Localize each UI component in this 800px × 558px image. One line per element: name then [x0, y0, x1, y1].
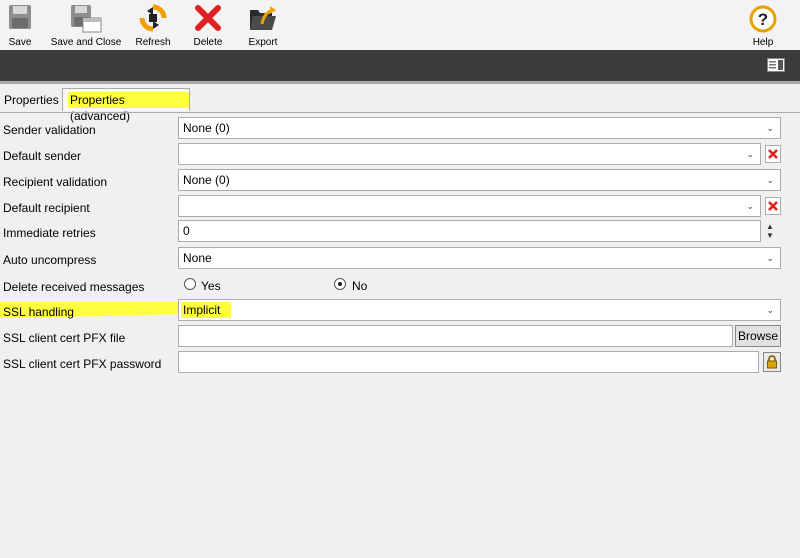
sender-validation-value: None (0): [183, 121, 230, 135]
ssl-cert-file-input[interactable]: [178, 325, 733, 347]
header-divider: [0, 81, 800, 84]
tab-properties-label: Properties: [4, 93, 59, 107]
delete-no-label: No: [352, 279, 368, 293]
tab-divider: [0, 112, 800, 113]
chevron-down-icon: ⌄: [746, 201, 754, 211]
auto-uncompress-label: Auto uncompress: [3, 253, 97, 267]
delete-icon: [195, 5, 221, 31]
ssl-handling-value: Implicit: [183, 303, 221, 317]
chevron-down-icon: ⌄: [746, 149, 754, 159]
panel-toggle-icon[interactable]: [767, 58, 785, 72]
retries-stepper[interactable]: ▲ ▼: [766, 222, 774, 240]
sender-validation-select[interactable]: None (0) ⌄: [178, 117, 781, 139]
save-close-icon: [71, 5, 102, 33]
ssl-handling-label: SSL handling: [3, 305, 74, 319]
chevron-down-icon: ⌄: [766, 305, 774, 315]
auto-uncompress-select[interactable]: None ⌄: [178, 247, 781, 269]
recipient-validation-label: Recipient validation: [3, 175, 108, 189]
delete-received-label: Delete received messages: [3, 280, 145, 294]
help-button[interactable]: ? Help: [748, 0, 778, 50]
lock-icon: [767, 355, 777, 369]
clear-default-recipient-button[interactable]: [765, 197, 781, 215]
row-recipient-validation: Recipient validation None (0) ⌄: [0, 169, 800, 193]
recipient-validation-select[interactable]: None (0) ⌄: [178, 169, 781, 191]
delete-button[interactable]: Delete: [193, 0, 223, 50]
delete-no-radio[interactable]: [334, 278, 346, 290]
default-sender-select[interactable]: ⌄: [178, 143, 761, 165]
row-immediate-retries: Immediate retries 0 ▲ ▼: [0, 220, 800, 244]
tab-strip: Properties Properties (advanced): [0, 88, 800, 123]
browse-button[interactable]: Browse: [735, 325, 781, 347]
auto-uncompress-value: None: [183, 251, 212, 265]
recipient-validation-value: None (0): [183, 173, 230, 187]
row-ssl-handling: SSL handling Implicit ⌄: [0, 299, 800, 323]
default-sender-label: Default sender: [3, 149, 82, 163]
tab-properties-advanced-label: Properties (advanced): [68, 92, 189, 123]
ssl-cert-password-label: SSL client cert PFX password: [3, 357, 162, 371]
export-icon: [250, 6, 276, 30]
tab-properties[interactable]: Properties: [0, 90, 63, 110]
ssl-cert-password-input[interactable]: [178, 351, 759, 373]
row-sender-validation: Sender validation None (0) ⌄: [0, 117, 800, 141]
row-auto-uncompress: Auto uncompress None ⌄: [0, 247, 800, 271]
row-ssl-cert-file: SSL client cert PFX file Browse: [0, 325, 800, 349]
row-default-recipient: Default recipient ⌄: [0, 195, 800, 219]
immediate-retries-label: Immediate retries: [3, 226, 96, 240]
export-button[interactable]: Export: [247, 0, 279, 50]
clear-icon: [768, 201, 778, 211]
sender-validation-label: Sender validation: [3, 123, 96, 137]
delete-yes-radio[interactable]: [184, 278, 196, 290]
header-bar: [0, 50, 800, 81]
refresh-icon: [139, 4, 167, 32]
clear-icon: [768, 149, 778, 159]
chevron-down-icon: ⌄: [766, 253, 774, 263]
immediate-retries-value: 0: [183, 224, 190, 238]
default-recipient-select[interactable]: ⌄: [178, 195, 761, 217]
toolbar: Save Save and Close Refresh Delete Expor…: [0, 0, 800, 50]
refresh-button[interactable]: Refresh: [135, 0, 171, 50]
save-icon: [9, 5, 31, 29]
refresh-label: Refresh: [135, 37, 171, 48]
row-default-sender: Default sender ⌄: [0, 143, 800, 167]
stepper-up-icon[interactable]: ▲: [766, 222, 774, 231]
help-label: Help: [752, 37, 774, 48]
delete-label: Delete: [193, 37, 223, 48]
clear-default-sender-button[interactable]: [765, 145, 781, 163]
ssl-cert-file-label: SSL client cert PFX file: [3, 331, 126, 345]
default-recipient-label: Default recipient: [3, 201, 90, 215]
help-icon: ?: [749, 5, 777, 33]
export-label: Export: [248, 37, 278, 48]
save-and-close-button[interactable]: Save and Close: [50, 0, 122, 50]
save-label: Save: [8, 37, 32, 48]
password-lock-button[interactable]: [763, 352, 781, 372]
immediate-retries-input[interactable]: 0: [178, 220, 761, 242]
save-button[interactable]: Save: [8, 0, 32, 50]
save-and-close-label: Save and Close: [50, 37, 122, 48]
delete-yes-label: Yes: [201, 279, 221, 293]
tab-properties-advanced[interactable]: Properties (advanced): [62, 88, 190, 123]
row-ssl-cert-password: SSL client cert PFX password: [0, 351, 800, 375]
stepper-down-icon[interactable]: ▼: [766, 231, 774, 240]
chevron-down-icon: ⌄: [766, 175, 774, 185]
chevron-down-icon: ⌄: [766, 123, 774, 133]
ssl-handling-select[interactable]: Implicit ⌄: [178, 299, 781, 321]
svg-text:?: ?: [758, 10, 768, 29]
row-delete-received: Delete received messages Yes No: [0, 274, 800, 298]
